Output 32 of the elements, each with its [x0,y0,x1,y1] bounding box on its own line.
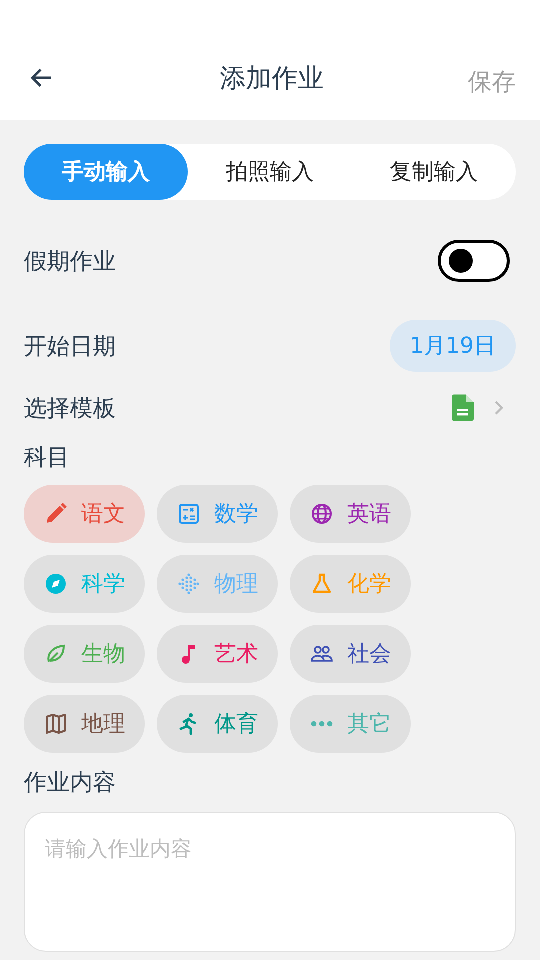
content-input-field[interactable]: 请输入作业内容 [24,812,516,952]
subject-chip[interactable]: 英语 [290,485,411,543]
subject-chip[interactable]: 其它 [290,695,411,753]
content-label: 作业内容 [24,769,117,798]
subject-chip[interactable]: 生物 [24,625,145,683]
input-mode-tab[interactable]: 复制输入 [352,144,516,200]
page-title: 添加作业 [220,63,324,96]
subject-chip[interactable]: 语文 [24,485,145,543]
subject-chip[interactable]: 社会 [290,625,411,683]
document-icon[interactable] [452,394,474,422]
subject-chip[interactable]: 地理 [24,695,145,753]
dots-grid-icon [176,572,200,596]
input-mode-tab[interactable]: 拍照输入 [188,144,352,200]
holiday-label: 假期作业 [24,248,116,276]
input-mode-tab[interactable]: 手动输入 [24,144,188,200]
globe-icon [310,502,334,526]
save-button[interactable]: 保存 [468,66,516,98]
map-icon [44,712,68,736]
subject-chip[interactable]: 数学 [157,485,278,543]
start-date-label: 开始日期 [24,332,116,362]
compass-icon [44,572,68,596]
more-icon [310,720,334,728]
template-label: 选择模板 [24,394,116,424]
subject-chip[interactable]: 化学 [290,555,411,613]
holiday-toggle[interactable] [438,240,510,282]
subject-chip[interactable]: 体育 [157,695,278,753]
subject-label: 科目 [24,444,71,473]
subject-chip[interactable]: 科学 [24,555,145,613]
subject-chip[interactable]: 物理 [157,555,278,613]
calculator-icon [176,502,200,526]
date-button[interactable]: 1月19日 [390,320,516,372]
subject-chip[interactable]: 艺术 [157,625,278,683]
